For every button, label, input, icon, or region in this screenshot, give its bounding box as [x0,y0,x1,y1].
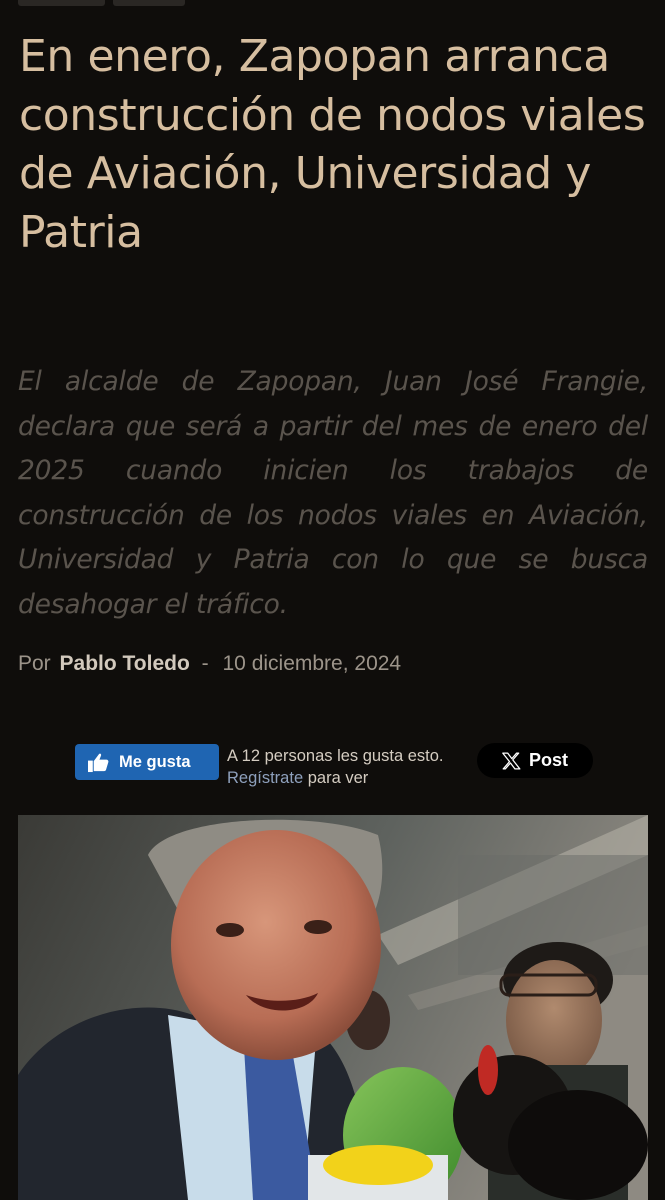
top-nav-tabs [18,0,185,8]
x-post-button[interactable]: Post [477,743,593,778]
like-count-label: A 12 personas les gusta esto. [227,747,444,765]
byline-prefix: Por [18,652,51,675]
article-summary: El alcalde de Zapopan, Juan José Frangie… [18,366,648,620]
publish-date: 10 diciembre, 2024 [222,652,402,675]
register-suffix: para ver [307,769,369,787]
byline-separator: - [201,652,209,675]
register-link[interactable]: Regístrate [227,769,303,787]
top-tab-2[interactable] [113,0,185,6]
like-button-label: Me gusta [119,752,191,771]
article-photo [18,815,648,1200]
article-title: En enero, Zapopan arranca construcción d… [19,31,646,258]
article-byline: Por Pablo Toledo - 10 diciembre, 2024 [18,652,401,676]
thumbs-up-icon [87,752,110,773]
post-button-label: Post [528,750,568,770]
like-count-text: A 12 personas les gusta esto. Regístrate… [227,745,457,789]
top-tab-1[interactable] [18,0,105,6]
author-link[interactable]: Pablo Toledo [60,652,190,675]
facebook-like-button[interactable]: Me gusta [75,744,219,780]
x-logo-icon [502,751,521,770]
